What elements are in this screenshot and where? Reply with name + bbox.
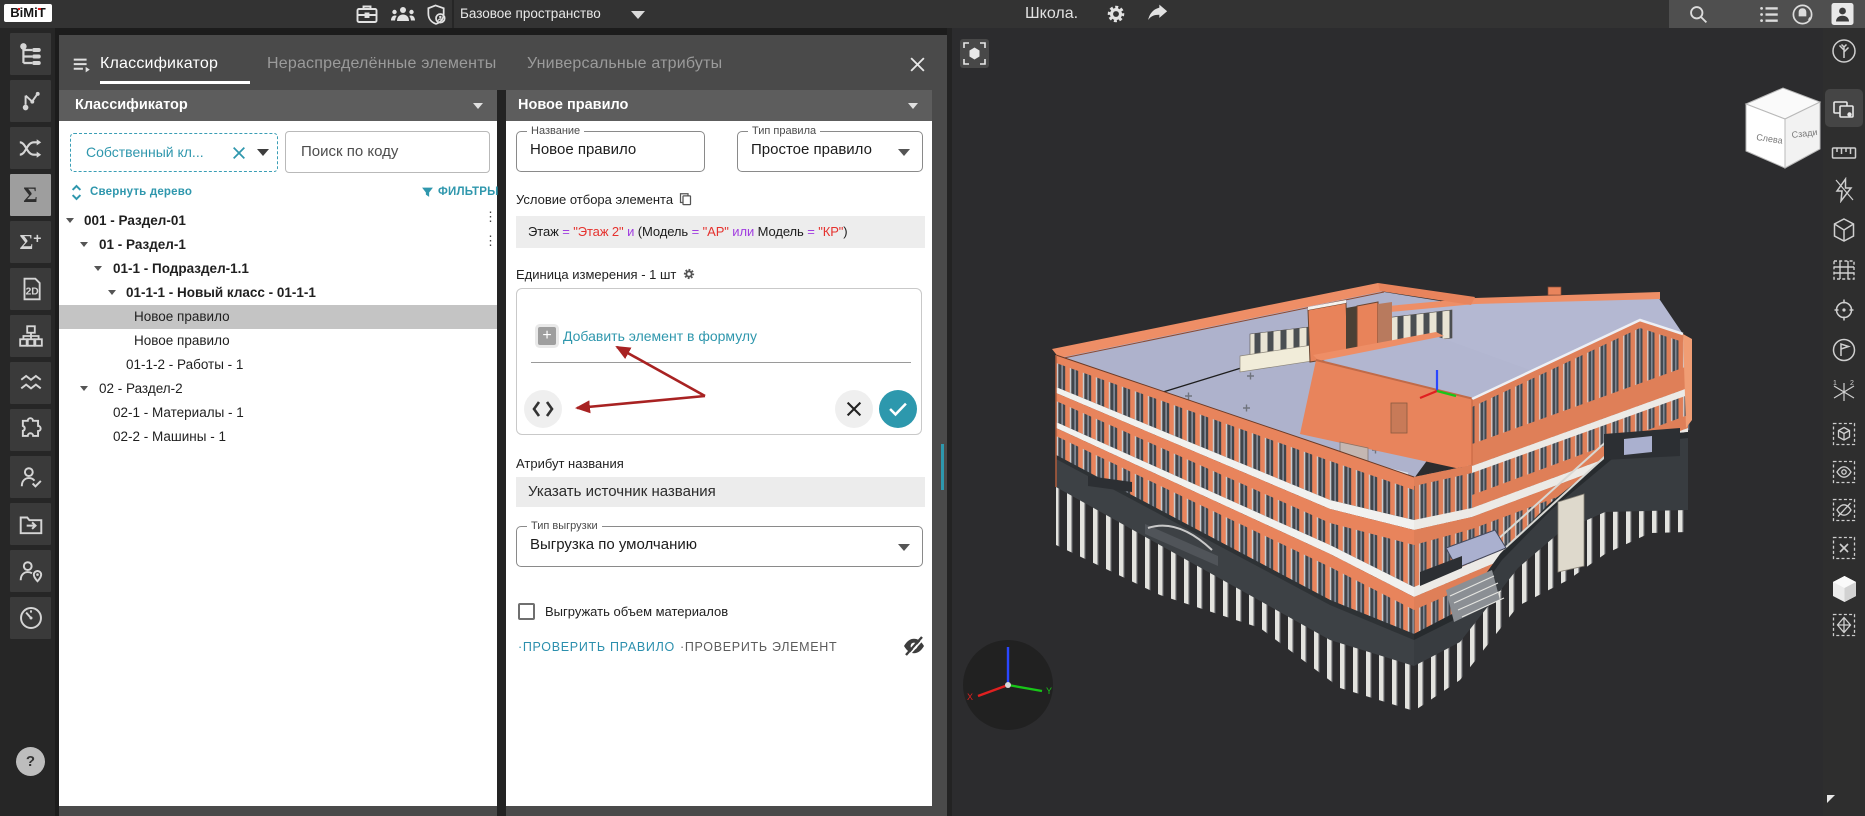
svg-text:2D: 2D xyxy=(25,286,38,297)
svg-text:Y: Y xyxy=(1046,686,1052,696)
svg-text:2: 2 xyxy=(1850,380,1854,387)
svg-text:X: X xyxy=(967,692,973,702)
svg-text:1: 1 xyxy=(1833,380,1837,387)
